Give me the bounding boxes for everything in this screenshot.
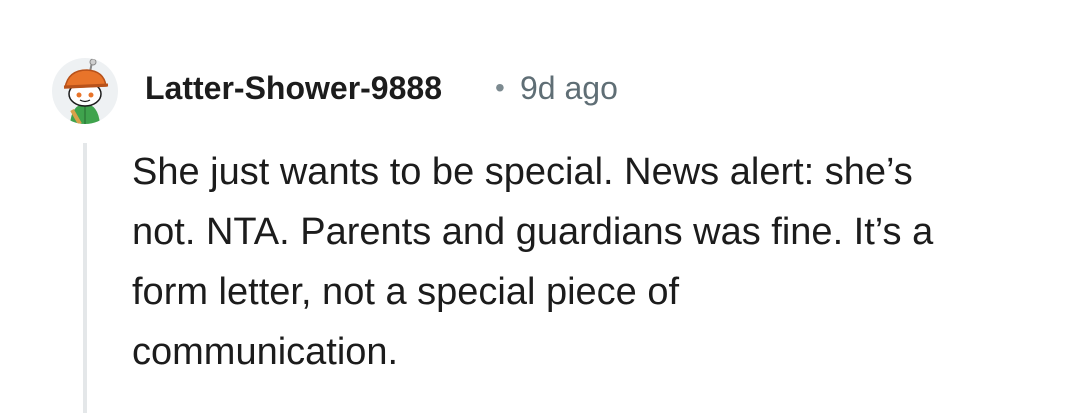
comment-body-line: She just wants to be special. News alert… [132, 151, 913, 193]
snoo-avatar-icon [63, 58, 109, 124]
meta-separator: • [495, 72, 505, 103]
comment-body: She just wants to be special. News alert… [132, 142, 1032, 382]
thread-collapse-line[interactable] [83, 143, 87, 413]
user-avatar[interactable] [52, 58, 118, 124]
timestamp[interactable]: 9d ago [520, 68, 618, 108]
comment-body-line: not. NTA. Parents and guardians was fine… [132, 211, 934, 253]
comment: Latter-Shower-9888 • 9d ago She just wan… [0, 0, 1080, 413]
username-link[interactable]: Latter-Shower-9888 [145, 68, 442, 108]
comment-body-line: form letter, not a special piece of [132, 271, 680, 313]
comment-body-line: communication. [132, 331, 399, 373]
